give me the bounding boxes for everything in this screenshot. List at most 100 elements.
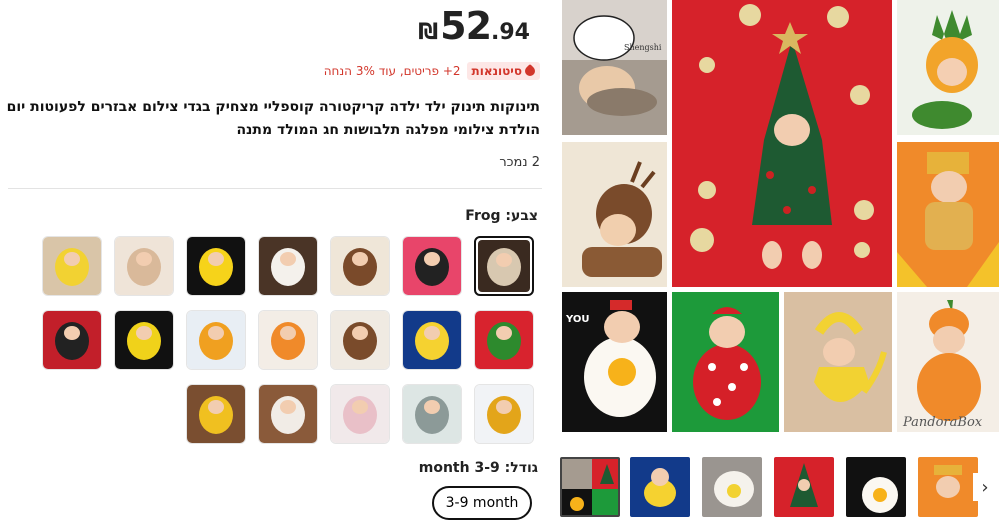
color-swatch-frog[interactable] — [474, 236, 534, 296]
color-swatch-banana[interactable] — [42, 236, 102, 296]
color-swatches — [34, 236, 534, 444]
product-title: תינוקות תינוק ילד ילדה קריקטורה קוספליי … — [6, 99, 540, 138]
color-swatch-sheep[interactable] — [258, 236, 318, 296]
wholesale-badge-label: סיטונאות — [471, 64, 522, 78]
gallery-image-main[interactable] — [672, 0, 892, 287]
thumb-collage — [562, 459, 618, 515]
sheep-photo: Shengshi — [562, 0, 667, 135]
thumbnail-4[interactable] — [774, 457, 834, 517]
christmas-tree-photo — [672, 0, 892, 287]
color-swatch-strawberry[interactable] — [474, 310, 534, 370]
price-integer: 52 — [440, 4, 492, 48]
thumbnail-strip: › — [558, 455, 999, 520]
color-selected-value: Frog — [465, 208, 501, 224]
thumbnail-1[interactable] — [560, 457, 620, 517]
color-swatch-bunny-pink[interactable] — [402, 236, 462, 296]
color-swatch-duck[interactable] — [402, 310, 462, 370]
color-swatch-cow[interactable] — [330, 310, 390, 370]
egg-caption: YOU — [565, 314, 590, 325]
gallery-image-chief[interactable] — [897, 142, 999, 287]
swatch-image — [43, 311, 101, 369]
swatch-face — [496, 326, 512, 341]
color-swatch-gray-bunny[interactable] — [402, 384, 462, 444]
color-swatch-chick[interactable] — [186, 384, 246, 444]
thumb-duck — [630, 457, 690, 517]
banana-photo — [784, 292, 892, 432]
swatch-face — [64, 326, 80, 341]
swatch-face — [352, 252, 368, 267]
swatch-image — [403, 311, 461, 369]
chief-photo — [897, 142, 999, 287]
strawberry-photo — [672, 292, 779, 432]
swatch-image — [331, 237, 389, 295]
swatch-image — [259, 237, 317, 295]
color-swatch-reindeer[interactable] — [330, 236, 390, 296]
color-swatch-egg[interactable] — [186, 236, 246, 296]
price: ₪ 52 .94 — [418, 4, 530, 48]
thumbnail-6[interactable] — [918, 457, 978, 517]
reindeer-photo — [562, 142, 667, 287]
gallery-image-strawberry[interactable] — [672, 292, 779, 432]
swatch-image — [403, 385, 461, 443]
color-label: צבע: Frog — [465, 208, 538, 224]
swatch-image — [331, 385, 389, 443]
swatch-face — [352, 326, 368, 341]
gallery-image-pumpkin[interactable]: PandoraBox — [897, 292, 999, 432]
swatch-face — [136, 252, 152, 267]
color-swatch-chicken[interactable] — [258, 384, 318, 444]
thumbnail-5[interactable] — [846, 457, 906, 517]
color-swatch-tiger[interactable] — [474, 384, 534, 444]
product-info: ₪ 52 .94 סיטונאות 2+ פריטים, עוד 3% הנחה… — [0, 0, 548, 523]
swatch-face — [496, 252, 512, 267]
product-page: ₪ 52 .94 סיטונאות 2+ פריטים, עוד 3% הנחה… — [0, 0, 999, 523]
swatch-image — [475, 385, 533, 443]
color-swatch-pineapple[interactable] — [186, 310, 246, 370]
image-gallery: Shengshi YOU PandoraBox — [562, 0, 999, 523]
sheep-caption: Shengshi — [624, 43, 662, 52]
swatch-face — [352, 400, 368, 415]
swatch-face — [208, 252, 224, 267]
swatch-image — [115, 237, 173, 295]
swatch-image — [187, 311, 245, 369]
gallery-image-sheep[interactable]: Shengshi — [562, 0, 667, 135]
price-currency: ₪ — [418, 20, 439, 45]
swatch-image — [187, 385, 245, 443]
gallery-image-banana[interactable] — [784, 292, 892, 432]
thumb-egg — [846, 457, 906, 517]
swatch-face — [280, 252, 296, 267]
wholesale-promo: סיטונאות 2+ פריטים, עוד 3% הנחה — [324, 62, 540, 80]
swatch-face — [424, 400, 440, 415]
swatch-face — [424, 326, 440, 341]
color-swatch-bee[interactable] — [114, 310, 174, 370]
promo-text: 2+ פריטים, עוד 3% הנחה — [323, 64, 461, 78]
gallery-image-reindeer[interactable] — [562, 142, 667, 287]
gallery-image-pineapple[interactable] — [897, 0, 999, 135]
tag-icon — [522, 63, 538, 79]
swatch-face — [136, 326, 152, 341]
swatch-face — [280, 326, 296, 341]
color-swatch-mouse[interactable] — [42, 310, 102, 370]
gallery-image-egg[interactable]: YOU — [562, 292, 667, 432]
swatch-face — [280, 400, 296, 415]
color-swatch-onesie[interactable] — [114, 236, 174, 296]
pumpkin-photo: PandoraBox — [897, 292, 999, 432]
swatch-face — [496, 400, 512, 415]
swatch-image — [259, 311, 317, 369]
thumb-chief — [918, 457, 978, 517]
swatch-face — [64, 252, 80, 267]
thumbnail-3[interactable] — [702, 457, 762, 517]
swatch-image — [115, 311, 173, 369]
swatch-image — [475, 311, 533, 369]
thumbnail-2[interactable] — [630, 457, 690, 517]
size-option-button[interactable]: 3-9 month — [432, 486, 532, 520]
chevron-right-icon[interactable]: › — [973, 473, 997, 501]
sold-count: 2 נמכר — [499, 155, 540, 170]
swatch-face — [208, 326, 224, 341]
color-swatch-pumpkin[interactable] — [258, 310, 318, 370]
size-label-prefix: גודל: — [504, 460, 538, 476]
swatch-image — [43, 237, 101, 295]
wholesale-badge: סיטונאות — [466, 62, 540, 80]
color-swatch-white-bunny[interactable] — [330, 384, 390, 444]
color-label-prefix: צבע: — [505, 208, 538, 224]
divider — [8, 188, 542, 189]
